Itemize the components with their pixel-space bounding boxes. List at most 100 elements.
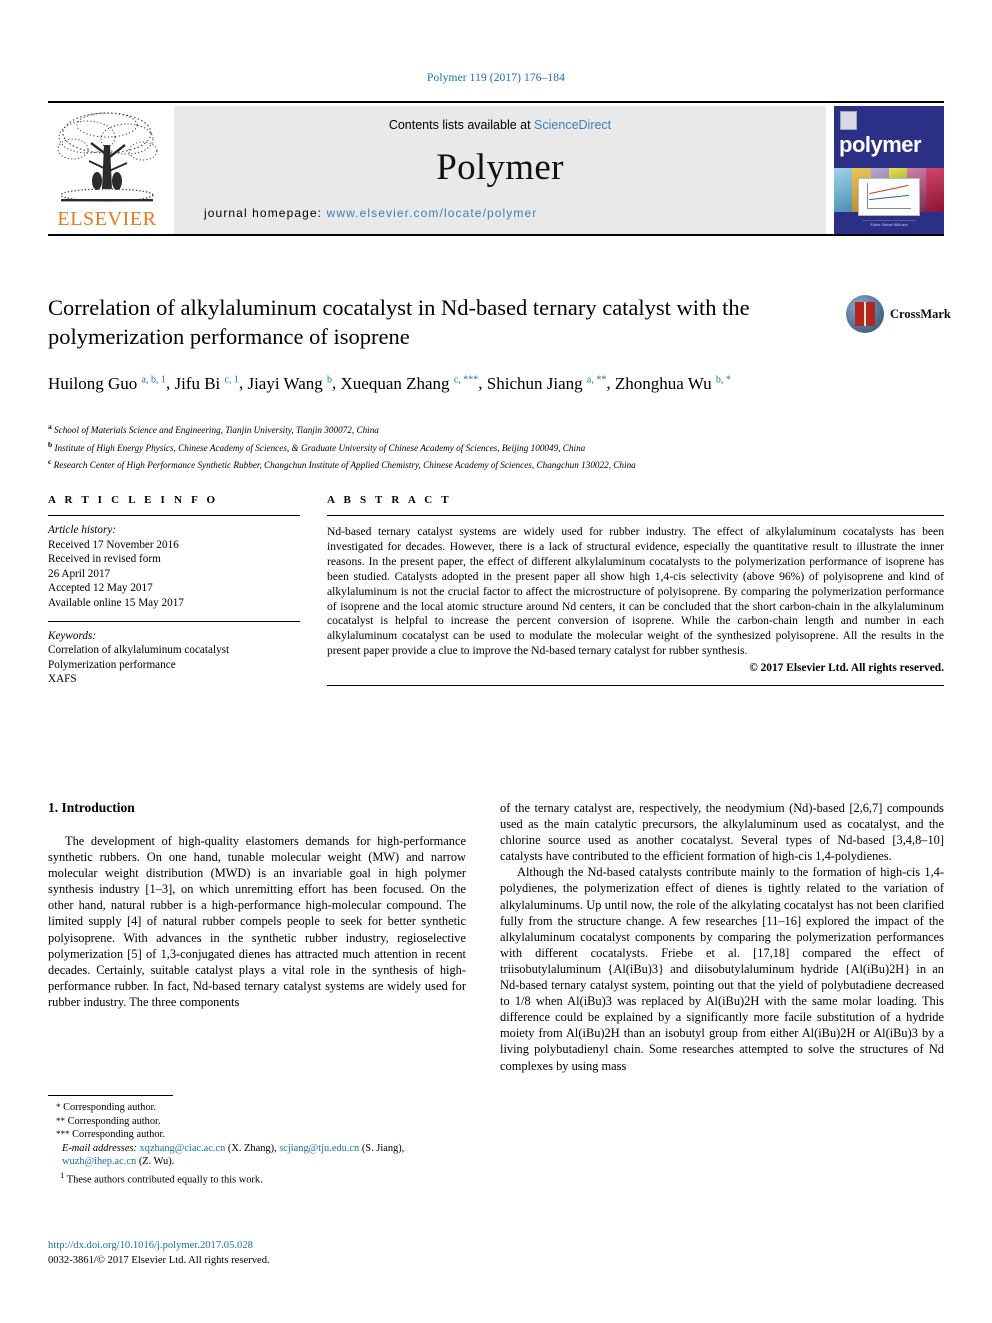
crossmark-label: CrossMark <box>890 307 951 321</box>
affiliation-text: Institute of High Energy Physics, Chines… <box>54 442 586 453</box>
journal-cover-thumbnail: polymer ——————————————— Editor: Sahsel W… <box>834 106 944 234</box>
author-entry[interactable]: Xuequan Zhang c, *** <box>341 374 479 393</box>
author-name: Zhonghua Wu <box>614 373 712 393</box>
history-item: Available online 15 May 2017 <box>48 596 184 609</box>
paragraph: of the ternary catalyst are, respectivel… <box>500 801 944 864</box>
section-heading-introduction: 1. Introduction <box>48 800 135 815</box>
email-owner: (X. Zhang), <box>227 1142 277 1154</box>
footnote-mark: ** <box>56 1115 65 1126</box>
article-history-block: Article history: Received 17 November 20… <box>48 516 300 611</box>
affiliation-list: a School of Materials Science and Engine… <box>48 420 908 473</box>
journal-masthead: ELSEVIER Contents lists available at Sci… <box>48 101 944 236</box>
body-column-right: of the ternary catalyst are, respectivel… <box>500 800 944 1074</box>
footnote-corresponding: * Corresponding author. <box>48 1101 468 1115</box>
divider <box>327 685 944 687</box>
affiliation-mark: c <box>48 457 52 467</box>
footnote-text: Corresponding author. <box>63 1102 157 1113</box>
abstract-heading: A B S T R A C T <box>327 494 452 506</box>
article-info-heading: A R T I C L E I N F O <box>48 494 219 506</box>
crossmark-icon <box>846 295 884 333</box>
author-list: Huilong Guo a, b, 1, Jifu Bi c, 1, Jiayi… <box>48 373 731 393</box>
footnote-corresponding: *** Corresponding author. <box>48 1128 468 1142</box>
author-marks: b <box>327 374 332 385</box>
keyword-item: Correlation of alkylaluminum cocatalyst <box>48 644 230 657</box>
author-name: Huilong Guo <box>48 373 138 393</box>
history-item: 26 April 2017 <box>48 567 111 580</box>
affiliation-item: a School of Materials Science and Engine… <box>48 420 908 438</box>
author-marks: a, b, 1 <box>141 374 166 385</box>
author-marks: c, 1 <box>224 374 239 385</box>
cover-title: polymer <box>839 132 922 157</box>
author-marks: b, * <box>715 374 731 385</box>
running-head: Polymer 119 (2017) 176–184 <box>427 72 565 84</box>
contents-prefix: Contents lists available at <box>388 118 535 132</box>
footnote-mark: 1 <box>60 1169 65 1180</box>
abstract-column: A B S T R A C T Nd-based ternary catalys… <box>327 494 944 687</box>
email-owner: (Z. Wu). <box>138 1156 175 1168</box>
cover-footer: ——————————————— Editor: Sahsel Willi and <box>862 218 916 228</box>
footer-doi-block: http://dx.doi.org/10.1016/j.polymer.2017… <box>48 1238 468 1268</box>
email-link[interactable]: xqzhang@ciac.ac.cn <box>140 1143 226 1154</box>
cover-badge-icon <box>840 111 857 130</box>
affiliation-text: School of Materials Science and Engineer… <box>54 425 379 436</box>
article-info-column: A R T I C L E I N F O Article history: R… <box>48 494 300 687</box>
journal-homepage-line: journal homepage: www.elsevier.com/locat… <box>174 206 826 220</box>
elsevier-tree-icon <box>57 112 158 202</box>
contents-available-line: Contents lists available at ScienceDirec… <box>174 106 826 132</box>
footnote-mark: * <box>56 1102 61 1112</box>
author-name: Jiayi Wang <box>247 373 323 393</box>
keywords-label: Keywords: <box>48 629 97 642</box>
sciencedirect-link[interactable]: ScienceDirect <box>534 118 611 132</box>
footnote-equal-contribution: 1 These authors contributed equally to t… <box>48 1169 468 1187</box>
elsevier-wordmark: ELSEVIER <box>57 208 157 230</box>
doi-link[interactable]: http://dx.doi.org/10.1016/j.polymer.2017… <box>48 1238 468 1253</box>
footnote-mark: *** <box>56 1129 70 1140</box>
author-entry[interactable]: Zhonghua Wu b, * <box>615 374 731 393</box>
keyword-item: XAFS <box>48 673 77 686</box>
footnote-rule <box>48 1095 173 1096</box>
keyword-item: Polymerization performance <box>48 658 176 671</box>
author-name: Xuequan Zhang <box>340 373 450 393</box>
journal-title: Polymer <box>436 147 564 188</box>
email-owner: (S. Jiang), <box>361 1142 405 1154</box>
footnote-corresponding: ** Corresponding author. <box>48 1115 468 1129</box>
affiliation-mark: a <box>48 422 52 431</box>
affiliation-item: b Institute of High Energy Physics, Chin… <box>48 438 908 456</box>
keywords-block: Keywords: Correlation of alkylaluminum c… <box>48 622 300 687</box>
cover-inset-figure <box>858 178 920 216</box>
author-entry[interactable]: Shichun Jiang a, ** <box>487 374 607 393</box>
affiliation-text: Research Center of High Performance Synt… <box>53 460 636 471</box>
homepage-label: journal homepage: <box>204 206 327 220</box>
homepage-url[interactable]: www.elsevier.com/locate/polymer <box>327 206 538 220</box>
author-entry[interactable]: Huilong Guo a, b, 1 <box>48 374 166 393</box>
email-link[interactable]: wuzh@ihep.ac.cn <box>62 1156 136 1167</box>
author-marks: c, *** <box>453 374 479 385</box>
affiliation-item: c Research Center of High Performance Sy… <box>48 455 908 473</box>
issn-copyright-line: 0032-3861/© 2017 Elsevier Ltd. All right… <box>48 1255 270 1266</box>
history-item: Accepted 12 May 2017 <box>48 582 153 595</box>
author-entry[interactable]: Jiayi Wang b <box>247 374 332 393</box>
footnote-emails: E-mail addresses: xqzhang@ciac.ac.cn (X.… <box>48 1142 468 1169</box>
email-link[interactable]: scjiang@tju.edu.cn <box>279 1143 359 1154</box>
article-first-page: Polymer 119 (2017) 176–184 ELSEVIER Cont… <box>0 0 992 1323</box>
contents-box: Contents lists available at ScienceDirec… <box>174 106 826 234</box>
crossmark-book-icon <box>855 302 875 326</box>
footnote-text: Corresponding author. <box>72 1129 166 1141</box>
abstract-text: Nd-based ternary catalyst systems are wi… <box>327 525 944 658</box>
author-name: Shichun Jiang <box>486 373 583 393</box>
affiliation-mark: b <box>48 439 53 449</box>
elsevier-logo: ELSEVIER <box>48 106 166 234</box>
footnote-block: * Corresponding author. ** Corresponding… <box>48 1095 468 1187</box>
history-item: Received 17 November 2016 <box>48 538 179 551</box>
author-entry[interactable]: Jifu Bi c, 1 <box>174 374 239 393</box>
history-item: Received in revised form <box>48 553 161 566</box>
author-name: Jifu Bi <box>174 373 221 393</box>
article-history-label: Article history: <box>48 524 117 536</box>
paragraph: Although the Nd-based catalysts contribu… <box>500 865 944 1073</box>
body-column-left: 1. Introduction The development of high-… <box>48 800 466 1010</box>
page-title: Correlation of alkylaluminum cocatalyst … <box>48 295 750 349</box>
crossmark-badge[interactable]: CrossMark <box>846 295 951 339</box>
author-marks: a, ** <box>586 374 607 385</box>
abstract-copyright: © 2017 Elsevier Ltd. All rights reserved… <box>749 662 944 675</box>
paragraph: The development of high-quality elastome… <box>48 834 466 1009</box>
